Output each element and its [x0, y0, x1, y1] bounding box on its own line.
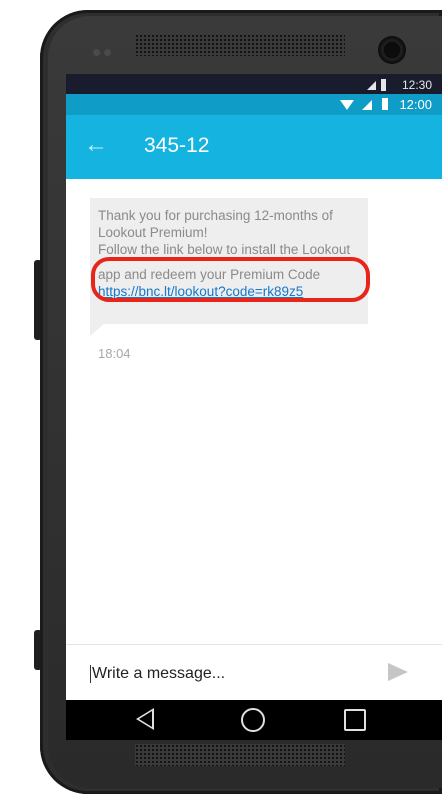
outer-status-time: 12:30 [401, 78, 432, 92]
signal-icon [367, 81, 376, 90]
outer-status-bar: 12:30 [66, 74, 442, 94]
message-line-2: Lookout Premium! [98, 225, 208, 240]
battery-icon [382, 98, 388, 110]
phone-screen: 12:30 12:00 ← 345-12 Thank you for purch… [66, 74, 442, 740]
message-timestamp: 18:04 [98, 346, 131, 361]
front-camera-icon [378, 36, 406, 64]
message-line-3: Follow the link below to install the Loo… [98, 242, 351, 257]
battery-icon [381, 77, 386, 91]
sensor-dots [93, 43, 115, 61]
signal-icon [362, 100, 372, 110]
circle-home-icon[interactable] [241, 708, 265, 732]
bottom-speaker-grille [135, 744, 345, 766]
message-line-1: Thank you for purchasing 12-months of [98, 208, 333, 223]
navigation-bar [66, 700, 442, 740]
text-cursor [90, 665, 91, 683]
wifi-icon [340, 100, 354, 110]
conversation-title: 345-12 [144, 134, 210, 157]
top-speaker-grille [135, 34, 345, 56]
arrow-left-icon[interactable]: ← [84, 133, 108, 157]
compose-bar: Write a message... [66, 644, 442, 701]
status-bar: 12:00 [66, 94, 442, 115]
message-input[interactable]: Write a message... [92, 665, 225, 683]
status-time: 12:00 [399, 97, 432, 112]
triangle-back-icon[interactable] [136, 708, 154, 730]
red-highlight-annotation [91, 257, 370, 302]
message-bubble-tail [90, 324, 104, 336]
square-recents-icon[interactable] [344, 709, 366, 731]
app-toolbar: ← 345-12 [66, 115, 442, 179]
send-icon[interactable] [388, 663, 408, 681]
